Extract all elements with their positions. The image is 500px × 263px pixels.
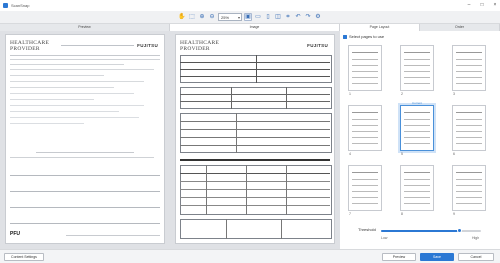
doc-fujitsu-logo: FUJITSU — [307, 43, 328, 48]
app-window: ScanSnap – □ × ✋ ⬚ ⊕ ⊖ 25% ▾ ▣ ▭ ▯ ◫ ⌗ ↶… — [0, 0, 500, 263]
thumb-label: 5 — [401, 152, 403, 156]
crop-icon[interactable]: ⌗ — [284, 13, 292, 21]
page-thumb[interactable]: 9 — [452, 165, 486, 216]
thumb-image — [456, 49, 482, 87]
footer-bar: Content Settings Preview Save Cancel — [0, 249, 500, 263]
rotate-right-icon[interactable]: ↷ — [304, 13, 312, 21]
thumb-label: 9 — [453, 212, 455, 216]
doc-pfu-logo: PFU — [10, 231, 20, 237]
maximize-icon[interactable]: □ — [479, 2, 485, 8]
thumb-image — [404, 49, 430, 87]
select-tool-icon[interactable]: ⬚ — [188, 13, 196, 21]
thumb-image — [352, 109, 378, 147]
save-button[interactable]: Save — [420, 253, 454, 261]
page-thumb[interactable]: 1 — [348, 45, 382, 96]
zoom-value: 25% — [221, 14, 230, 20]
thumb-label: 1 — [349, 92, 351, 96]
page-thumb[interactable]: 6 — [452, 105, 486, 156]
zoom-in-icon[interactable]: ⊕ — [198, 13, 206, 21]
zoom-out-icon[interactable]: ⊖ — [208, 13, 216, 21]
window-controls: – □ × — [466, 2, 498, 8]
threshold-slider-area: Threshold Low High — [358, 227, 488, 247]
checkbox-icon[interactable] — [343, 34, 347, 39]
document-page-left: HEALTHCARE PROVIDER FUJITSU PFU — [5, 34, 165, 244]
single-page-icon[interactable]: ▯ — [264, 13, 272, 21]
page-thumb[interactable]: 7 — [348, 165, 382, 216]
thumb-image — [404, 169, 430, 207]
preview-pane: HEALTHCARE PROVIDER FUJITSU PFU — [0, 31, 170, 249]
page-selection-panel: Select pages to use 1 2 3 4 Current 5 6 … — [340, 31, 500, 249]
select-all-label: Select pages to use — [349, 34, 385, 39]
minimize-icon[interactable]: – — [466, 2, 472, 8]
thumb-label: 6 — [453, 152, 455, 156]
thumb-image — [404, 109, 430, 147]
preview-button[interactable]: Preview — [382, 253, 416, 261]
doc-fujitsu-logo: FUJITSU — [137, 43, 158, 48]
toolbar: ✋ ⬚ ⊕ ⊖ 25% ▾ ▣ ▭ ▯ ◫ ⌗ ↶ ↷ ⚙ — [0, 11, 500, 24]
content-settings-button[interactable]: Content Settings — [4, 253, 44, 261]
hand-tool-icon[interactable]: ✋ — [178, 13, 186, 21]
page-thumb[interactable]: 4 — [348, 105, 382, 156]
doc-brand-line2: PROVIDER — [180, 46, 210, 52]
threshold-slider[interactable] — [381, 228, 481, 233]
header-page-layout[interactable]: Page Layout — [340, 24, 420, 31]
select-all-row[interactable]: Select pages to use — [343, 34, 384, 39]
settings-icon[interactable]: ⚙ — [314, 13, 322, 21]
doc-brand-line2: PROVIDER — [10, 46, 40, 52]
fit-width-icon[interactable]: ▭ — [254, 13, 262, 21]
page-thumb[interactable]: 2 — [400, 45, 434, 96]
fit-page-icon[interactable]: ▣ — [244, 13, 252, 21]
close-icon[interactable]: × — [492, 2, 498, 8]
page-thumb[interactable]: 3 — [452, 45, 486, 96]
slider-min-label: Low — [381, 236, 388, 240]
header-image[interactable]: Image — [170, 24, 340, 31]
thumb-caption: Current — [411, 101, 422, 105]
thumb-image — [456, 169, 482, 207]
slider-max-label: High — [472, 236, 480, 240]
thumb-label: 3 — [453, 92, 455, 96]
chevron-down-icon: ▾ — [237, 15, 240, 20]
window-title: ScanSnap — [11, 3, 30, 8]
header-preview[interactable]: Preview — [0, 24, 170, 31]
page-thumb-selected[interactable]: Current 5 — [400, 101, 434, 156]
thumb-image — [352, 49, 378, 87]
cancel-button[interactable]: Cancel — [458, 253, 494, 261]
thumb-label: 8 — [401, 212, 403, 216]
title-bar: ScanSnap – □ × — [0, 0, 500, 11]
app-icon — [3, 3, 8, 8]
rotate-left-icon[interactable]: ↶ — [294, 13, 302, 21]
thumb-label: 2 — [401, 92, 403, 96]
zoom-dropdown[interactable]: 25% ▾ — [218, 13, 242, 21]
two-page-icon[interactable]: ◫ — [274, 13, 282, 21]
header-order[interactable]: Order — [420, 24, 500, 31]
thumb-image — [456, 109, 482, 147]
thumb-label: 4 — [349, 152, 351, 156]
thumb-image — [352, 169, 378, 207]
slider-label: Threshold — [358, 227, 376, 232]
page-thumb[interactable]: 8 — [400, 165, 434, 216]
image-pane: HEALTHCARE PROVIDER FUJITSU — [170, 31, 340, 249]
column-headers: Preview Image Page Layout Order — [0, 24, 500, 31]
document-page-center: HEALTHCARE PROVIDER FUJITSU — [175, 34, 335, 244]
thumb-label: 7 — [349, 212, 351, 216]
slider-fill — [381, 230, 459, 232]
slider-knob[interactable] — [456, 228, 462, 233]
